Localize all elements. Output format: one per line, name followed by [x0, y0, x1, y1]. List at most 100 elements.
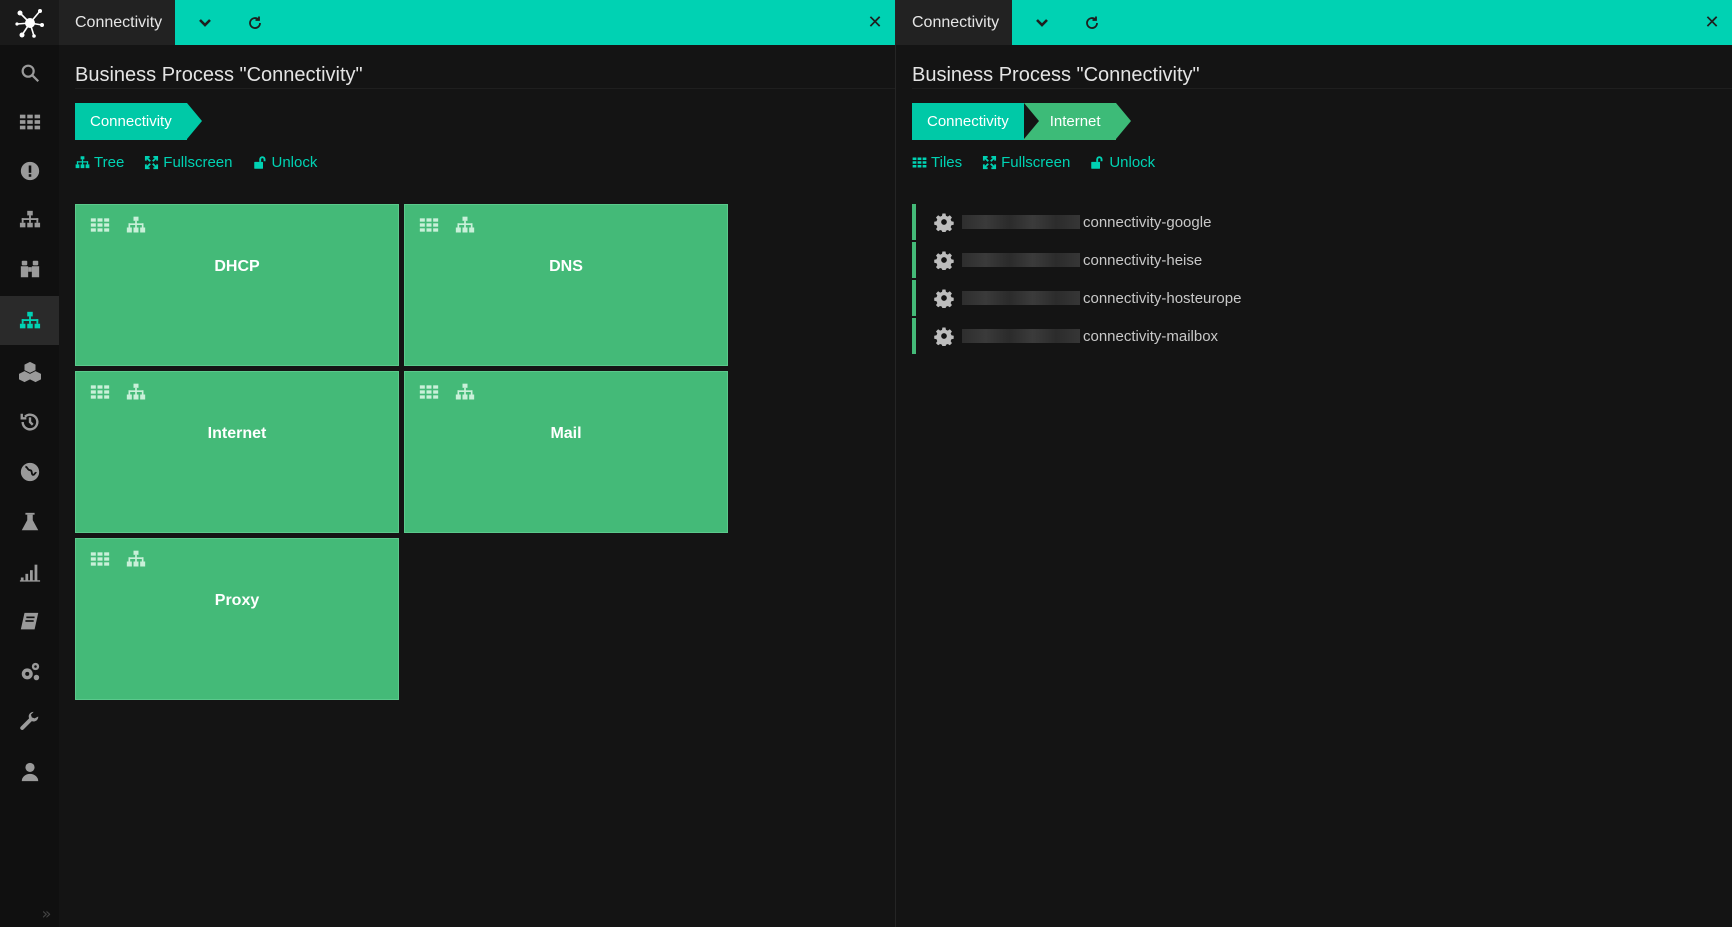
- nav-overview[interactable]: [0, 195, 59, 244]
- refresh-icon: [249, 16, 261, 29]
- service-name: connectivity-mailbox: [1083, 327, 1219, 345]
- fullscreen-label: Fullscreen: [1001, 154, 1071, 171]
- view-actions: Tiles Fullscreen Unlock: [912, 154, 1155, 171]
- search-icon: [21, 64, 39, 82]
- tab-bar: Connectivity ✕: [59, 0, 895, 45]
- nav-cubes[interactable]: [0, 347, 59, 396]
- tree-icon[interactable]: [455, 382, 475, 402]
- unlock-link[interactable]: Unlock: [1090, 154, 1155, 171]
- globe-icon: [20, 462, 39, 481]
- nav-dashboard[interactable]: [0, 97, 59, 146]
- tile-dhcp[interactable]: DHCP: [75, 204, 399, 366]
- gear-icon: [934, 213, 954, 232]
- tree-view-label: Tree: [94, 154, 125, 171]
- list-item[interactable]: connectivity-hosteurope: [912, 280, 1512, 316]
- gear-icon: [934, 251, 954, 270]
- right-column: Connectivity ✕ Business Process "Connect…: [896, 0, 1732, 927]
- close-button[interactable]: ✕: [1700, 0, 1724, 45]
- left-column: Connectivity ✕ Business Process "Connect…: [59, 0, 896, 927]
- refresh-button[interactable]: [235, 0, 275, 45]
- chevron-down-icon: [199, 18, 211, 27]
- refresh-icon: [1086, 16, 1098, 29]
- tiles-icon[interactable]: [90, 549, 110, 569]
- tile-proxy[interactable]: Proxy: [75, 538, 399, 700]
- tiles-icon[interactable]: [419, 382, 439, 402]
- gear-icon: [934, 327, 954, 346]
- nav-lab[interactable]: [0, 497, 59, 546]
- fullscreen-link[interactable]: Fullscreen: [144, 154, 233, 171]
- tile-label: Mail: [550, 425, 582, 442]
- redacted-host: [962, 253, 1080, 267]
- gear-icon: [934, 289, 954, 308]
- reporting-icon: [19, 564, 40, 582]
- binoculars-icon: [20, 260, 39, 277]
- tiles-icon[interactable]: [90, 215, 110, 235]
- tile-mail[interactable]: Mail: [404, 371, 728, 533]
- redacted-host: [962, 291, 1080, 305]
- list-item[interactable]: connectivity-mailbox: [912, 318, 1512, 354]
- tree-icon[interactable]: [455, 215, 475, 235]
- nav-search[interactable]: [0, 48, 59, 97]
- breadcrumb: Connectivity: [75, 103, 203, 140]
- fullscreen-icon: [983, 155, 997, 170]
- nav-user[interactable]: [0, 747, 59, 796]
- tiles-icon[interactable]: [419, 215, 439, 235]
- close-button[interactable]: ✕: [863, 0, 887, 45]
- wrench-icon: [19, 711, 38, 730]
- tile-dns[interactable]: DNS: [404, 204, 728, 366]
- unlock-link[interactable]: Unlock: [253, 154, 318, 171]
- tab-connectivity[interactable]: Connectivity: [896, 0, 1012, 45]
- nav-history[interactable]: [0, 244, 59, 293]
- tiles-view-link[interactable]: Tiles: [912, 154, 962, 171]
- breadcrumb-internet[interactable]: Internet: [1023, 103, 1131, 140]
- overview-icon: [19, 210, 40, 227]
- tile-internet[interactable]: Internet: [75, 371, 399, 533]
- cubes-icon: [18, 361, 41, 382]
- nav-reporting[interactable]: [0, 547, 59, 596]
- collapse-sidebar-button[interactable]: »: [34, 900, 59, 927]
- nav-business-process[interactable]: [0, 296, 59, 345]
- fullscreen-icon: [145, 155, 159, 170]
- tile-actions: [90, 215, 146, 235]
- tile-actions: [90, 382, 146, 402]
- tiles-icon[interactable]: [90, 382, 110, 402]
- list-item[interactable]: connectivity-heise: [912, 242, 1512, 278]
- nav-configuration[interactable]: [0, 697, 59, 746]
- nav-system[interactable]: [0, 647, 59, 696]
- unlock-label: Unlock: [1109, 154, 1156, 171]
- nav-documentation[interactable]: [0, 597, 59, 646]
- tab-bar: Connectivity ✕: [896, 0, 1732, 45]
- tiles-view-label: Tiles: [931, 154, 963, 171]
- nav-problems[interactable]: [0, 146, 59, 195]
- tree-icon[interactable]: [126, 382, 146, 402]
- nav-globe[interactable]: [0, 447, 59, 496]
- unlock-icon: [1091, 156, 1103, 169]
- title-divider: [75, 88, 895, 89]
- lab-icon: [21, 512, 38, 530]
- app-window: » Connectivity ✕ Business Process "Conne…: [0, 0, 1732, 927]
- refresh-button[interactable]: [1072, 0, 1112, 45]
- unlock-label: Unlock: [271, 154, 318, 171]
- sidebar: »: [0, 0, 59, 927]
- tiles-icon: [912, 157, 927, 168]
- tile-label: DHCP: [214, 258, 260, 275]
- list-item[interactable]: connectivity-google: [912, 204, 1512, 240]
- service-name: connectivity-google: [1083, 213, 1212, 231]
- tab-connectivity[interactable]: Connectivity: [59, 0, 175, 45]
- system-icon: [21, 662, 39, 680]
- tab-dropdown-button[interactable]: [185, 0, 225, 45]
- tree-icon[interactable]: [126, 215, 146, 235]
- tree-icon[interactable]: [126, 549, 146, 569]
- user-icon: [21, 762, 38, 781]
- history-rewind-icon: [20, 413, 38, 431]
- tile-actions: [419, 382, 475, 402]
- tab-dropdown-button[interactable]: [1022, 0, 1062, 45]
- fullscreen-link[interactable]: Fullscreen: [982, 154, 1070, 171]
- tree-view-link[interactable]: Tree: [75, 154, 124, 171]
- logo[interactable]: [0, 0, 59, 45]
- breadcrumb-connectivity[interactable]: Connectivity: [75, 103, 202, 140]
- unlock-icon: [253, 156, 265, 169]
- view-actions: Tree Fullscreen Unlock: [75, 154, 317, 171]
- nav-history-rewind[interactable]: [0, 397, 59, 446]
- breadcrumb-connectivity[interactable]: Connectivity: [912, 103, 1039, 140]
